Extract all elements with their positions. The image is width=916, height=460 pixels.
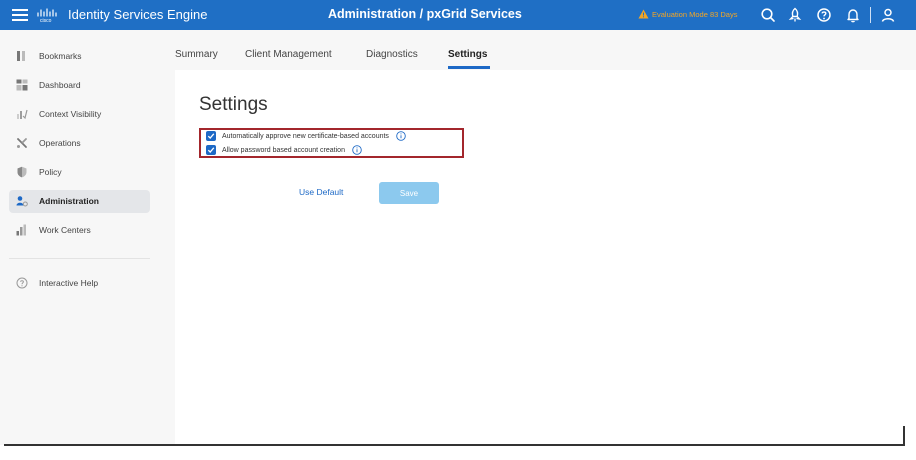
svg-text:cisco: cisco bbox=[40, 18, 52, 23]
user-icon[interactable] bbox=[880, 7, 896, 23]
warning-icon bbox=[638, 9, 649, 19]
cisco-logo-icon: cisco bbox=[36, 7, 62, 24]
option-password-account: Allow password based account creation bbox=[206, 145, 362, 155]
header-divider bbox=[870, 7, 871, 23]
work-centers-icon bbox=[16, 224, 28, 236]
sidebar-item-label: Context Visibility bbox=[39, 109, 102, 119]
evaluation-text: Evaluation Mode 83 Days bbox=[652, 9, 738, 19]
sidebar-item-label: Bookmarks bbox=[39, 51, 82, 61]
sidebar-item-label: Work Centers bbox=[39, 225, 91, 235]
tab-settings[interactable]: Settings bbox=[448, 49, 487, 60]
info-icon[interactable] bbox=[396, 131, 406, 141]
sidebar-item-bookmarks[interactable]: Bookmarks bbox=[9, 45, 150, 68]
sidebar-divider bbox=[9, 258, 150, 259]
hamburger-icon[interactable] bbox=[11, 6, 29, 24]
sidebar-item-administration[interactable]: Administration bbox=[9, 190, 150, 213]
interactive-help-label: Interactive Help bbox=[39, 278, 99, 288]
right-border bbox=[903, 426, 905, 446]
rocket-icon[interactable] bbox=[787, 7, 803, 23]
page-title: Settings bbox=[199, 94, 268, 115]
bottom-margin bbox=[0, 446, 916, 460]
page-heading: Administration / pxGrid Services bbox=[328, 7, 522, 21]
sidebar-item-operations[interactable]: Operations bbox=[9, 132, 150, 155]
checkmark-icon bbox=[207, 147, 215, 153]
tab-bar: Summary Client Management Diagnostics Se… bbox=[175, 30, 916, 70]
info-icon[interactable] bbox=[352, 145, 362, 155]
help-icon[interactable] bbox=[816, 7, 832, 23]
checkmark-icon bbox=[207, 133, 215, 139]
save-button[interactable]: Save bbox=[379, 182, 439, 204]
top-header: cisco Identity Services Engine Administr… bbox=[0, 0, 916, 30]
sidebar-item-work-centers[interactable]: Work Centers bbox=[9, 219, 150, 242]
sidebar-item-policy[interactable]: Policy bbox=[9, 161, 150, 184]
bell-icon[interactable] bbox=[845, 7, 861, 23]
app-name: Identity Services Engine bbox=[68, 7, 208, 22]
evaluation-warning[interactable]: Evaluation Mode 83 Days bbox=[638, 9, 737, 19]
use-default-link[interactable]: Use Default bbox=[299, 187, 343, 197]
sidebar-item-label: Policy bbox=[39, 167, 62, 177]
question-circle-icon bbox=[16, 277, 28, 289]
sidebar-item-label: Administration bbox=[39, 196, 99, 206]
dashboard-icon bbox=[16, 79, 28, 91]
tools-icon bbox=[16, 137, 28, 149]
sidebar-item-dashboard[interactable]: Dashboard bbox=[9, 74, 150, 97]
password-account-label: Allow password based account creation bbox=[222, 146, 345, 154]
bookmark-icon bbox=[16, 50, 28, 62]
active-tab-indicator bbox=[448, 66, 490, 69]
context-visibility-icon bbox=[16, 108, 28, 120]
tab-summary[interactable]: Summary bbox=[175, 49, 218, 60]
option-auto-approve: Automatically approve new certificate-ba… bbox=[206, 131, 406, 141]
admin-user-icon bbox=[16, 195, 28, 207]
sidebar-item-label: Operations bbox=[39, 138, 81, 148]
sidebar: Bookmarks Dashboard Context Visibility O… bbox=[0, 30, 175, 445]
sidebar-item-label: Dashboard bbox=[39, 80, 81, 90]
tab-client-management[interactable]: Client Management bbox=[245, 49, 332, 60]
tab-diagnostics[interactable]: Diagnostics bbox=[366, 49, 418, 60]
sidebar-item-context-visibility[interactable]: Context Visibility bbox=[9, 103, 150, 126]
auto-approve-checkbox[interactable] bbox=[206, 131, 216, 141]
password-account-checkbox[interactable] bbox=[206, 145, 216, 155]
sidebar-item-interactive-help[interactable]: Interactive Help bbox=[9, 272, 150, 295]
shield-icon bbox=[16, 166, 28, 178]
search-icon[interactable] bbox=[760, 7, 776, 23]
auto-approve-label: Automatically approve new certificate-ba… bbox=[222, 132, 389, 140]
